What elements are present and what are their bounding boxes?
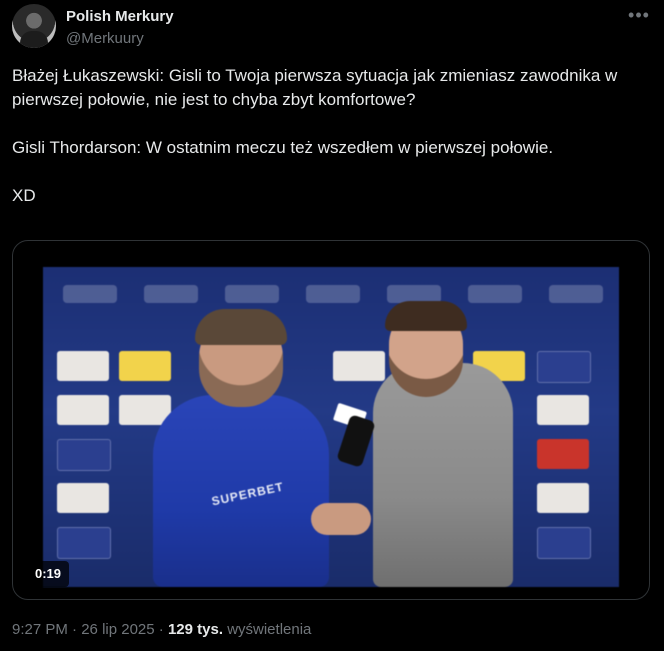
reporter-figure xyxy=(373,363,513,587)
more-options-icon[interactable]: ••• xyxy=(628,6,650,28)
tweet-header: Polish Merkury @Merkuury ••• xyxy=(12,4,652,52)
tweet-meta: 9:27 PM · 26 lip 2025 · 129 tys. wyświet… xyxy=(12,620,311,640)
views-label: wyświetlenia xyxy=(227,621,312,638)
views-count: 129 tys. xyxy=(167,621,224,638)
tweet-paragraph: Błażej Łukaszewski: Gisli to Twoja pierw… xyxy=(12,66,618,109)
meta-separator: · xyxy=(158,621,164,638)
tweet-time[interactable]: 9:27 PM xyxy=(12,621,68,638)
author-avatar[interactable] xyxy=(12,4,56,48)
tweet-paragraph: XD xyxy=(12,186,36,205)
author-handle[interactable]: @Merkuury xyxy=(66,29,174,49)
video-player[interactable]: SUPERBET 0:19 xyxy=(12,240,650,600)
tweet-paragraph: Gisli Thordarson: W ostatnim meczu też w… xyxy=(12,138,554,157)
tweet-text: Błażej Łukaszewski: Gisli to Twoja pierw… xyxy=(12,64,652,208)
tweet-date[interactable]: 26 lip 2025 xyxy=(81,621,154,638)
backdrop-logos xyxy=(63,285,603,315)
video-thumbnail[interactable]: SUPERBET xyxy=(43,267,619,587)
video-duration-badge: 0:19 xyxy=(27,561,70,587)
meta-separator: · xyxy=(72,621,78,638)
author-display-name[interactable]: Polish Merkury xyxy=(66,7,174,27)
author-name-block: Polish Merkury @Merkuury xyxy=(66,7,174,49)
